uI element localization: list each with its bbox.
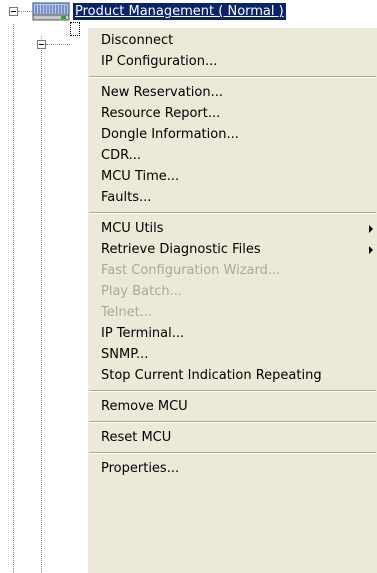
menu-separator (89, 452, 376, 454)
menu-item-faults[interactable]: Faults... (88, 187, 377, 208)
tree-line (46, 44, 70, 45)
menu-item-label: Telnet... (101, 305, 153, 320)
menu-item-label: New Reservation... (101, 85, 224, 100)
menu-item-mcu-time[interactable]: MCU Time... (88, 166, 377, 187)
menu-item-label: Properties... (101, 461, 180, 476)
menu-item-label: SNMP... (101, 347, 149, 362)
menu-item-label: Disconnect (101, 33, 174, 48)
menu-item-label: IP Configuration... (101, 54, 218, 69)
context-menu: Disconnect IP Configuration... New Reserva… (87, 27, 377, 573)
menu-separator (89, 76, 376, 78)
menu-item-label: Play Batch... (101, 284, 183, 299)
menu-item-reset-mcu[interactable]: Reset MCU (88, 427, 377, 448)
menu-item-resource-report[interactable]: Resource Report... (88, 103, 377, 124)
menu-separator (89, 390, 376, 392)
menu-item-fast-configuration-wizard: Fast Configuration Wizard... (88, 260, 377, 281)
submenu-arrow-icon (369, 225, 373, 233)
child-node-icon[interactable] (70, 22, 80, 36)
menu-separator (89, 212, 376, 214)
menu-item-dongle-information[interactable]: Dongle Information... (88, 124, 377, 145)
menu-item-label: Retrieve Diagnostic Files (101, 242, 261, 257)
tree-line (13, 24, 14, 573)
menu-item-disconnect[interactable]: Disconnect (88, 30, 377, 51)
menu-item-ip-terminal[interactable]: IP Terminal... (88, 323, 377, 344)
menu-item-telnet: Telnet... (88, 302, 377, 323)
server-monitor-icon (32, 2, 70, 26)
menu-item-label: MCU Utils (101, 221, 164, 236)
menu-item-ip-configuration[interactable]: IP Configuration... (88, 51, 377, 72)
menu-item-label: MCU Time... (101, 169, 180, 184)
tree-node-product-management[interactable]: Product Management ( Normal ) (73, 3, 286, 20)
menu-item-label: Resource Report... (101, 106, 221, 121)
menu-item-label: Remove MCU (101, 399, 188, 414)
menu-item-label: Reset MCU (101, 430, 172, 445)
collapse-child-icon[interactable] (37, 40, 46, 49)
menu-item-label: IP Terminal... (101, 326, 185, 341)
collapse-root-icon[interactable] (9, 7, 18, 16)
menu-item-label: Dongle Information... (101, 127, 239, 142)
menu-item-label: Faults... (101, 190, 152, 205)
menu-separator (89, 421, 376, 423)
menu-item-remove-mcu[interactable]: Remove MCU (88, 396, 377, 417)
menu-item-new-reservation[interactable]: New Reservation... (88, 82, 377, 103)
menu-item-stop-current-indication-repeating[interactable]: Stop Current Indication Repeating (88, 365, 377, 386)
menu-item-label: CDR... (101, 148, 142, 163)
menu-item-cdr[interactable]: CDR... (88, 145, 377, 166)
menu-item-snmp[interactable]: SNMP... (88, 344, 377, 365)
menu-item-properties[interactable]: Properties... (88, 458, 377, 479)
menu-item-label: Stop Current Indication Repeating (101, 368, 322, 383)
menu-item-label: Fast Configuration Wizard... (101, 263, 281, 278)
menu-item-retrieve-diagnostic-files[interactable]: Retrieve Diagnostic Files (88, 239, 377, 260)
tree-line (18, 11, 32, 12)
menu-item-mcu-utils[interactable]: MCU Utils (88, 218, 377, 239)
tree-line (41, 36, 42, 573)
menu-item-play-batch: Play Batch... (88, 281, 377, 302)
submenu-arrow-icon (369, 246, 373, 254)
